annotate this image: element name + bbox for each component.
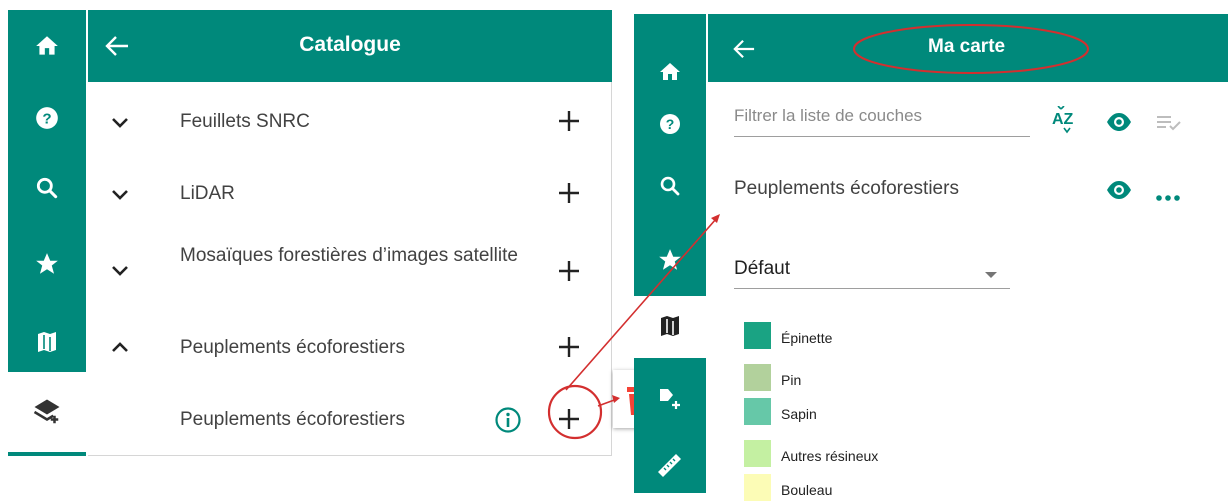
chevron-down-icon[interactable]: [110, 264, 130, 283]
list-item[interactable]: LiDAR: [88, 162, 612, 224]
page-title: Ma carte: [928, 36, 1006, 57]
style-select-value: Défaut: [734, 258, 790, 279]
list-item[interactable]: Peuplements écoforestiers: [88, 316, 612, 378]
list-item-label: Peuplements écoforestiers: [180, 409, 405, 430]
list-item-label: Peuplements écoforestiers: [180, 337, 405, 358]
search-icon[interactable]: [634, 168, 706, 204]
chevron-up-icon[interactable]: [110, 340, 130, 359]
layer-export-icon[interactable]: [634, 382, 706, 418]
ruler-icon[interactable]: [634, 446, 706, 482]
select-list-icon[interactable]: [1156, 114, 1182, 137]
style-select[interactable]: Défaut: [734, 250, 1010, 289]
layer-visibility-icon[interactable]: [1106, 180, 1132, 205]
home-icon[interactable]: [8, 24, 86, 68]
map-icon: [634, 308, 706, 344]
ma-carte-screenshot: ? Ma carte Filtrer la liste de couches A…: [634, 14, 1228, 493]
svg-text:AZ: AZ: [1052, 111, 1074, 128]
search-icon[interactable]: [8, 166, 86, 210]
add-icon[interactable]: [556, 180, 582, 211]
list-item-label: LiDAR: [180, 183, 235, 204]
catalogue-screenshot: ? Catalogue Feuillets SNRC LiDAR Mosaïqu…: [8, 10, 612, 456]
add-icon[interactable]: [556, 258, 582, 289]
svg-text:?: ?: [666, 116, 675, 132]
add-icon[interactable]: [556, 108, 582, 139]
back-arrow-icon[interactable]: [732, 38, 756, 65]
home-icon[interactable]: [634, 54, 706, 90]
list-item-child[interactable]: Peuplements écoforestiers: [88, 386, 612, 452]
sort-az-icon[interactable]: AZ: [1052, 105, 1084, 139]
more-options-icon[interactable]: [1156, 188, 1180, 206]
right-rail: ?: [634, 14, 706, 493]
list-item[interactable]: Feuillets SNRC: [88, 90, 612, 152]
chevron-down-icon[interactable]: [110, 116, 130, 135]
dropdown-arrow-icon: [984, 266, 998, 284]
help-icon[interactable]: ?: [8, 96, 86, 140]
page-title: Catalogue: [299, 33, 401, 56]
list-item-label: Feuillets SNRC: [180, 111, 310, 132]
left-rail: ?: [8, 10, 86, 456]
filter-placeholder: Filtrer la liste de couches: [734, 106, 923, 125]
star-icon[interactable]: [634, 242, 706, 278]
info-icon[interactable]: [494, 406, 522, 439]
catalogue-list: Feuillets SNRC LiDAR Mosaïques forestièr…: [88, 82, 612, 456]
visibility-all-icon[interactable]: [1106, 112, 1132, 137]
layer-filter-input[interactable]: Filtrer la liste de couches: [734, 100, 1030, 137]
layer-item[interactable]: Peuplements écoforestiers: [708, 164, 1228, 214]
list-item[interactable]: Mosaïques forestières d’images satellite: [88, 234, 612, 304]
catalogue-header: Catalogue: [88, 10, 612, 82]
map-icon[interactable]: [8, 320, 86, 364]
layer-name: Peuplements écoforestiers: [734, 178, 959, 199]
layers-add-icon: [8, 390, 86, 434]
chevron-down-icon[interactable]: [110, 188, 130, 207]
rail-item-map-active[interactable]: [634, 296, 706, 358]
list-item-label: Mosaïques forestières d’images satellite: [180, 245, 518, 266]
add-icon[interactable]: [556, 334, 582, 365]
help-icon[interactable]: ?: [634, 106, 706, 142]
ma-carte-header: Ma carte: [708, 14, 1228, 82]
rail-item-layers-active[interactable]: [8, 372, 86, 452]
svg-text:?: ?: [42, 110, 51, 127]
star-icon[interactable]: [8, 242, 86, 286]
add-icon[interactable]: [556, 406, 582, 437]
